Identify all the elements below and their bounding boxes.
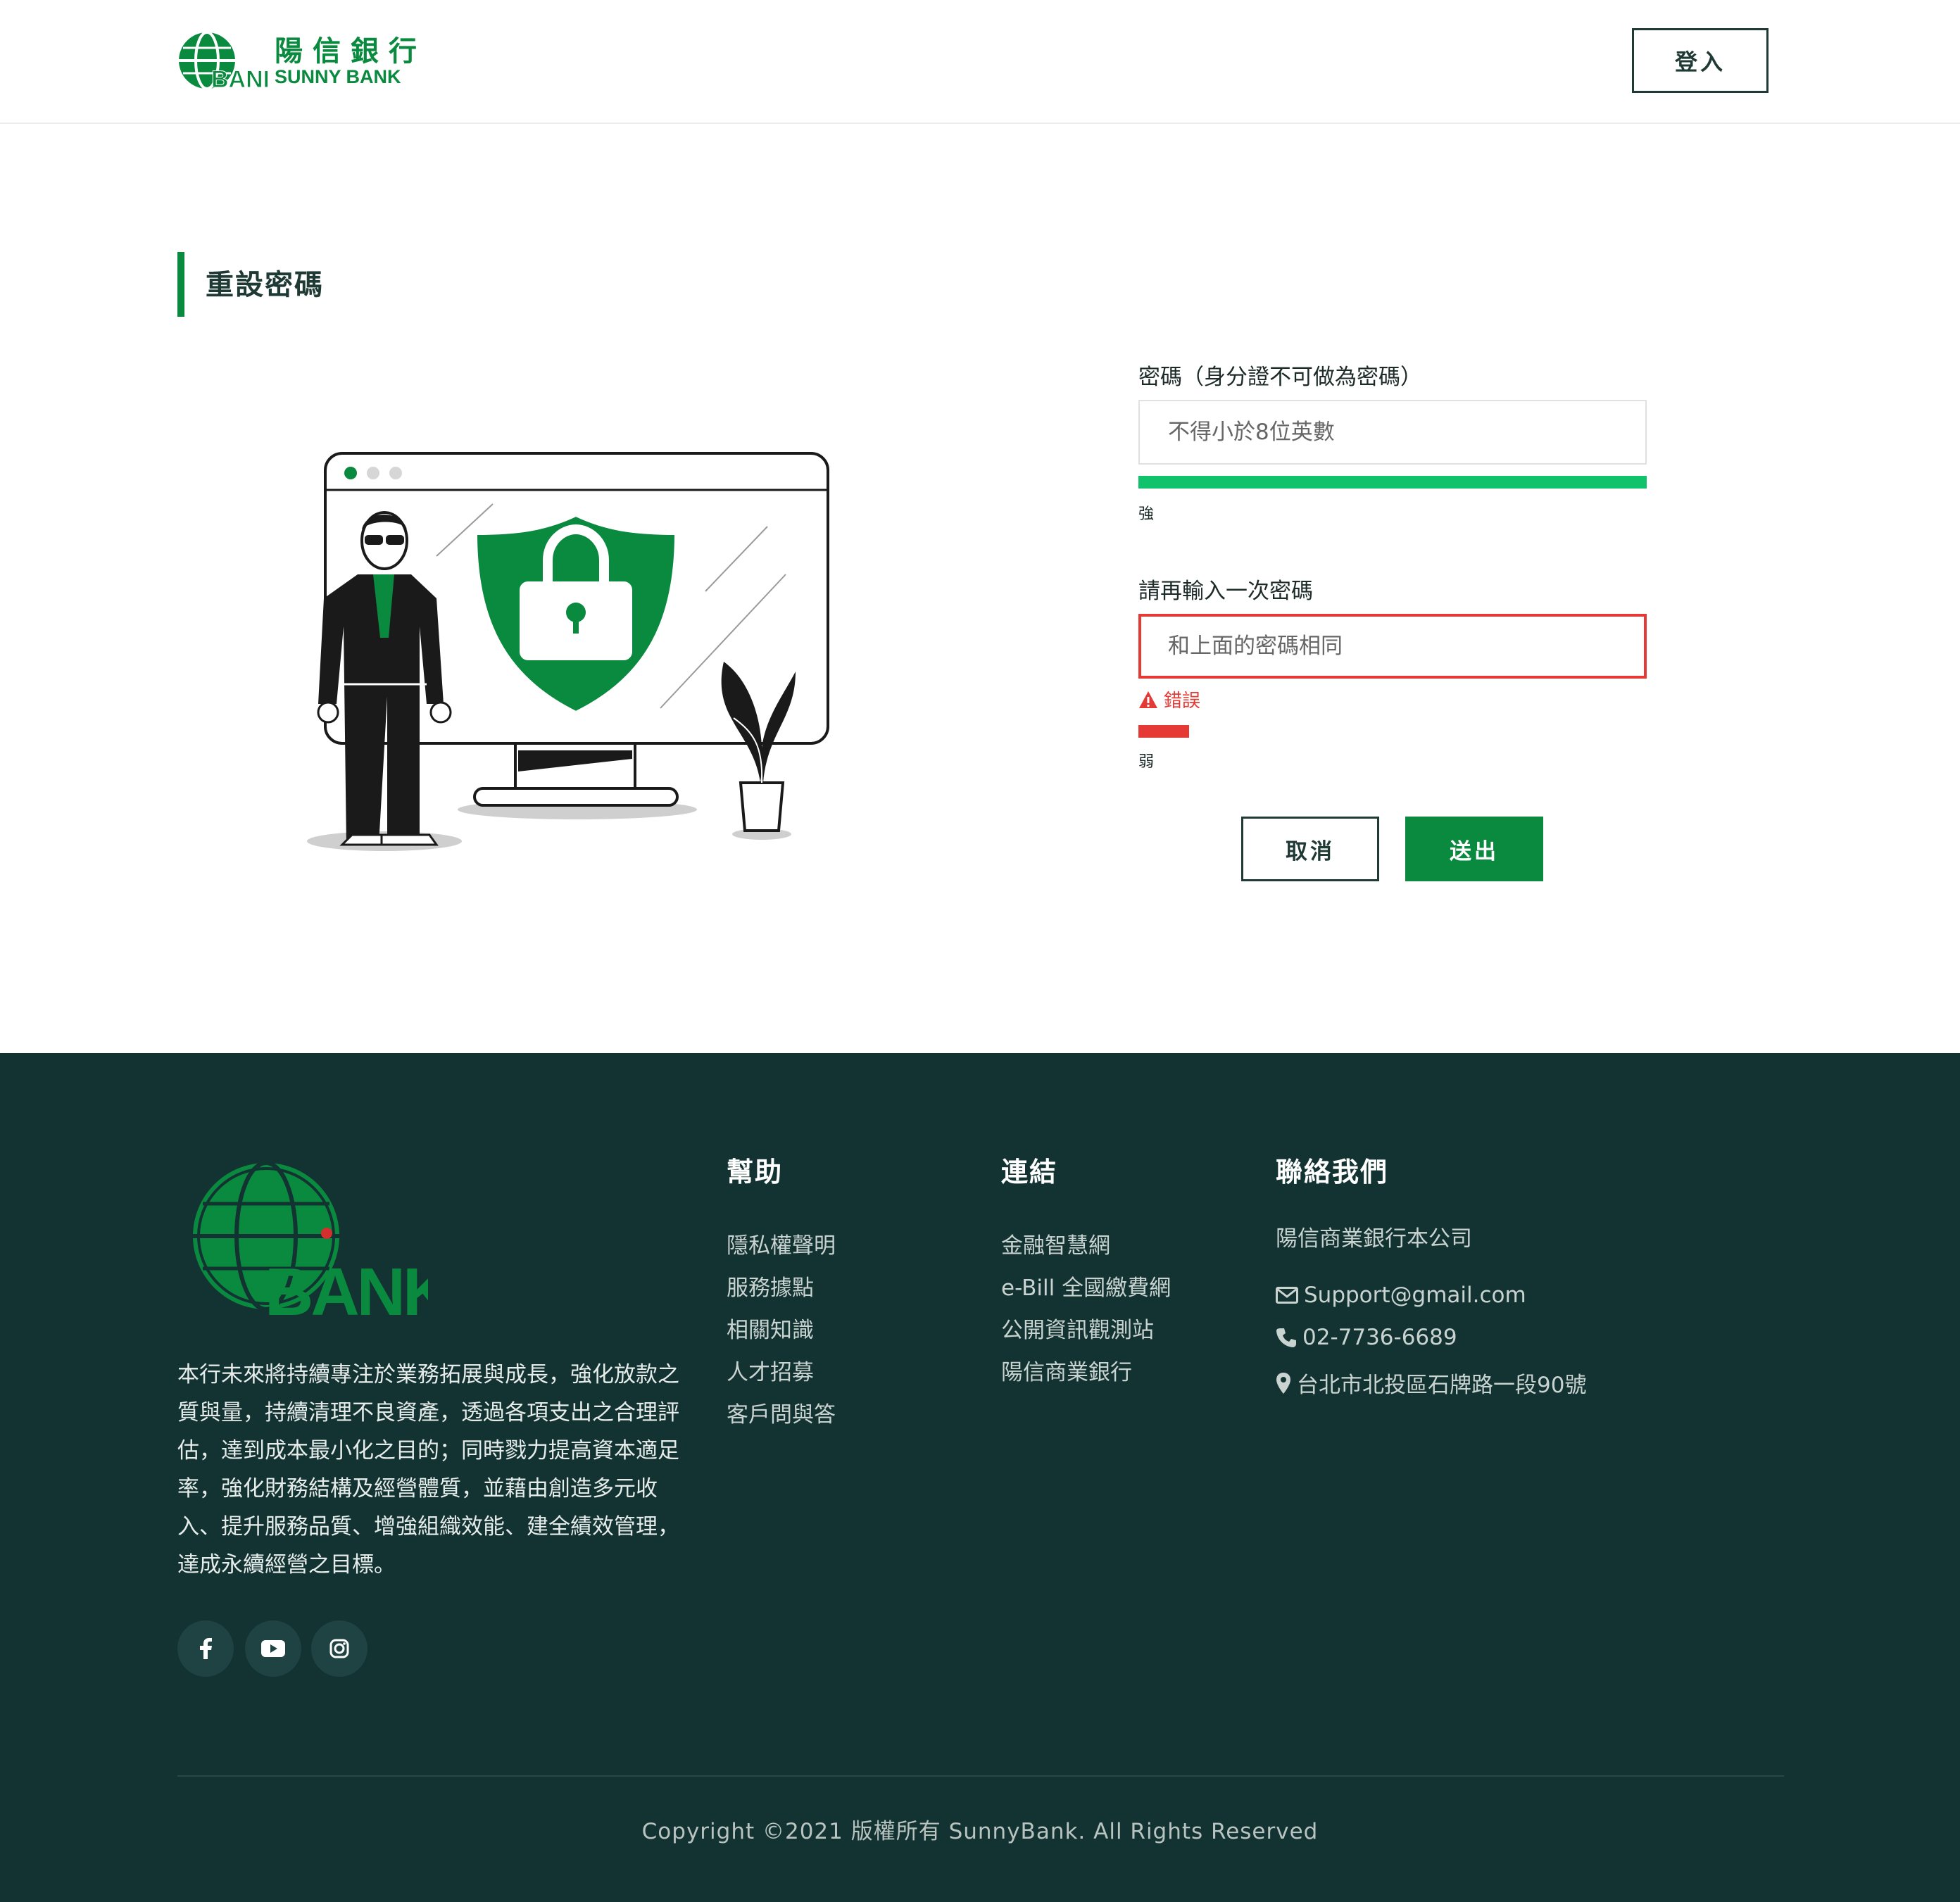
copyright-text: Copyright ©2021 版權所有 SunnyBank. All Righ… (641, 1819, 1319, 1844)
logo-chinese-name: 陽信銀行 (275, 35, 427, 68)
confirm-password-label: 請再輸入一次密碼 (1138, 579, 1313, 604)
security-illustration (307, 452, 829, 851)
footer-link-sunny-bank[interactable]: 陽信商業銀行 (1001, 1352, 1171, 1394)
page-title: 重設密碼 (206, 269, 324, 301)
facebook-button[interactable] (177, 1620, 234, 1677)
error-text: 錯誤 (1164, 691, 1201, 712)
envelope-icon (1276, 1287, 1298, 1304)
svg-text:BANK: BANK (211, 66, 268, 93)
instagram-button[interactable] (311, 1620, 367, 1677)
contact-email-text: Support@gmail.com (1304, 1283, 1526, 1308)
password-label: 密碼（身分證不可做為密碼） (1138, 365, 1422, 390)
password-strength-text: 強 (1138, 505, 1155, 523)
globe-logo-icon: BANK (179, 31, 281, 94)
footer-link-mops[interactable]: 公開資訊觀測站 (1001, 1309, 1171, 1352)
password-strength-bar (1138, 476, 1647, 489)
contact-company: 陽信商業銀行本公司 (1276, 1226, 1472, 1252)
footer-link-faq[interactable]: 客戶問與答 (727, 1394, 836, 1436)
contact-address-text: 台北市北投區石牌路一段90號 (1297, 1373, 1587, 1398)
confirm-strength-bar (1138, 725, 1189, 738)
contact-email[interactable]: Support@gmail.com (1276, 1283, 1526, 1308)
instagram-icon (329, 1639, 349, 1658)
footer-link-ebill[interactable]: e-Bill 全國繳費網 (1001, 1267, 1171, 1309)
footer-contact-heading: 聯絡我們 (1276, 1157, 1389, 1188)
footer-description: 本行未來將持續專注於業務拓展與成長，強化放款之質與量，持續清理不良資產，透過各項… (177, 1362, 679, 1577)
confirm-strength-text: 弱 (1138, 753, 1155, 771)
footer-link-careers[interactable]: 人才招募 (727, 1352, 836, 1394)
footer-links-heading: 連結 (1001, 1157, 1058, 1188)
logo-english-name: SUNNY BANK (275, 66, 401, 87)
title-accent-bar (177, 252, 184, 317)
confirm-password-input[interactable] (1138, 614, 1647, 679)
submit-button[interactable]: 送出 (1405, 817, 1543, 881)
confirm-error-message: 錯誤 (1138, 686, 1200, 712)
contact-phone[interactable]: 02-7736-6689 (1276, 1325, 1457, 1350)
password-input[interactable] (1138, 400, 1647, 465)
cancel-button[interactable]: 取消 (1241, 817, 1379, 881)
footer-links-list: 金融智慧網 e-Bill 全國繳費網 公開資訊觀測站 陽信商業銀行 (1001, 1225, 1171, 1394)
contact-address[interactable]: 台北市北投區石牌路一段90號 (1276, 1367, 1586, 1399)
footer-bank-logo[interactable]: BANK (189, 1159, 428, 1321)
footer-link-knowledge[interactable]: 相關知識 (727, 1309, 836, 1352)
footer-link-branches[interactable]: 服務據點 (727, 1267, 836, 1309)
footer-logo-text: BANK (265, 1254, 428, 1321)
footer-link-privacy[interactable]: 隱私權聲明 (727, 1225, 836, 1267)
footer-help-list: 隱私權聲明 服務據點 相關知識 人才招募 客戶問與答 (727, 1225, 836, 1436)
phone-icon (1276, 1328, 1296, 1347)
youtube-icon (261, 1640, 285, 1657)
site-header: BANK 陽信銀行 SUNNY BANK 登入 (0, 0, 1960, 124)
facebook-icon (200, 1638, 212, 1659)
footer-divider (177, 1775, 1784, 1777)
footer-help-heading: 幫助 (727, 1157, 784, 1188)
map-pin-icon (1276, 1372, 1290, 1394)
contact-phone-text: 02-7736-6689 (1302, 1325, 1457, 1350)
bank-logo[interactable]: BANK 陽信銀行 SUNNY BANK (176, 28, 417, 94)
warning-icon (1139, 691, 1157, 708)
login-button[interactable]: 登入 (1632, 28, 1769, 93)
youtube-button[interactable] (245, 1620, 301, 1677)
footer-link-finance-web[interactable]: 金融智慧網 (1001, 1225, 1171, 1267)
